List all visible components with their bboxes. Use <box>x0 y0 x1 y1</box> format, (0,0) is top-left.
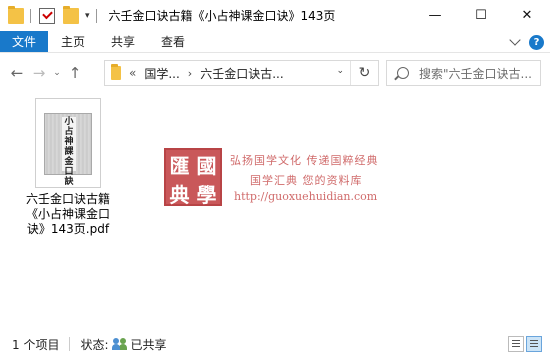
ribbon-right-controls: ? <box>509 31 544 53</box>
title-bar: ▾ 六壬金口诀古籍《小占神课金口诀》143页 — ☐ ✕ <box>0 0 550 31</box>
watermark-subtitle: 国学汇典 您的资料库 <box>250 174 363 187</box>
details-view-button[interactable] <box>508 336 524 352</box>
customize-toolbar-chevron-icon[interactable]: ▾ <box>85 11 90 21</box>
toolbar-separator <box>95 8 97 23</box>
tab-share[interactable]: 共享 <box>98 31 148 52</box>
window-controls: — ☐ ✕ <box>412 0 550 31</box>
status-value: 已共享 <box>130 337 167 352</box>
up-button[interactable]: ↑ <box>64 62 86 84</box>
view-switcher <box>508 336 542 352</box>
new-folder-icon[interactable] <box>63 5 79 24</box>
hidden-crumbs-chevron-icon[interactable]: « <box>129 66 136 80</box>
seal-char: 典 <box>169 183 190 207</box>
book-cover-image: 小占神課金口訣 <box>44 113 92 187</box>
status-separator <box>69 337 71 351</box>
properties-icon[interactable] <box>39 7 55 24</box>
status-bar: 1 个项目 状态: 已共享 <box>0 332 550 356</box>
expand-ribbon-chevron-icon[interactable] <box>509 34 521 46</box>
minimize-button[interactable]: — <box>412 0 458 31</box>
seal-char: 匯 <box>169 154 190 178</box>
back-button[interactable]: ← <box>6 62 28 84</box>
seal-char: 國 <box>196 154 217 178</box>
item-count: 1 个项目 <box>12 337 60 352</box>
quick-access-toolbar: ▾ <box>0 0 97 31</box>
status-label: 状态: <box>80 337 109 352</box>
ribbon-tabs: 文件 主页 共享 查看 ? <box>0 31 550 53</box>
folder-icon[interactable] <box>8 5 24 24</box>
toolbar-separator <box>30 8 31 23</box>
search-input[interactable]: 搜索"六壬金口诀古... <box>419 65 532 82</box>
watermark-url: http://guoxuehuidian.com <box>234 190 378 203</box>
file-list-area[interactable]: 小占神課金口訣 六壬金口诀古籍《小占神课金口诀》143页.pdf 匯 國 典 學… <box>0 92 550 330</box>
breadcrumb-item[interactable]: 国学... <box>144 65 179 82</box>
shared-users-icon <box>111 337 128 351</box>
large-icons-view-button[interactable] <box>526 336 542 352</box>
breadcrumb-item[interactable]: 六壬金口诀古... <box>200 65 283 82</box>
help-icon[interactable]: ? <box>529 34 544 50</box>
address-dropdown-chevron-icon[interactable]: ⌄ <box>336 66 344 76</box>
close-button[interactable]: ✕ <box>504 0 550 31</box>
window-title: 六壬金口诀古籍《小占神课金口诀》143页 <box>108 9 336 23</box>
breadcrumb-separator-icon[interactable]: › <box>188 67 192 80</box>
cover-title: 小占神課金口訣 <box>62 117 76 187</box>
seal-logo: 匯 國 典 學 <box>164 148 222 207</box>
tab-view[interactable]: 查看 <box>148 31 198 52</box>
watermark-slogan: 弘扬国学文化 传递国粹经典 <box>230 154 379 167</box>
recent-locations-chevron-icon[interactable]: ⌄ <box>50 62 64 84</box>
search-box[interactable]: 搜索"六壬金口诀古... <box>386 60 541 86</box>
seal-char: 學 <box>196 183 217 207</box>
file-name-label[interactable]: 六壬金口诀古籍《小占神课金口诀》143页.pdf <box>18 192 118 237</box>
search-icon <box>397 67 409 79</box>
folder-icon <box>111 64 121 80</box>
pdf-thumbnail[interactable]: 小占神課金口訣 <box>35 98 101 188</box>
tab-home[interactable]: 主页 <box>48 31 98 52</box>
file-item[interactable]: 小占神課金口訣 六壬金口诀古籍《小占神课金口诀》143页.pdf <box>18 98 118 237</box>
navigation-bar: ← → ⌄ ↑ « 国学... › 六壬金口诀古... ⌄ ↻ 搜索"六壬金口诀… <box>0 54 550 92</box>
forward-button[interactable]: → <box>28 62 50 84</box>
refresh-button[interactable]: ↻ <box>350 61 378 85</box>
watermark: 匯 國 典 學 弘扬国学文化 传递国粹经典 国学汇典 您的资料库 http://… <box>162 148 394 207</box>
maximize-button[interactable]: ☐ <box>458 0 504 31</box>
address-bar[interactable]: « 国学... › 六壬金口诀古... ⌄ ↻ <box>104 60 379 86</box>
tab-file[interactable]: 文件 <box>0 31 48 52</box>
